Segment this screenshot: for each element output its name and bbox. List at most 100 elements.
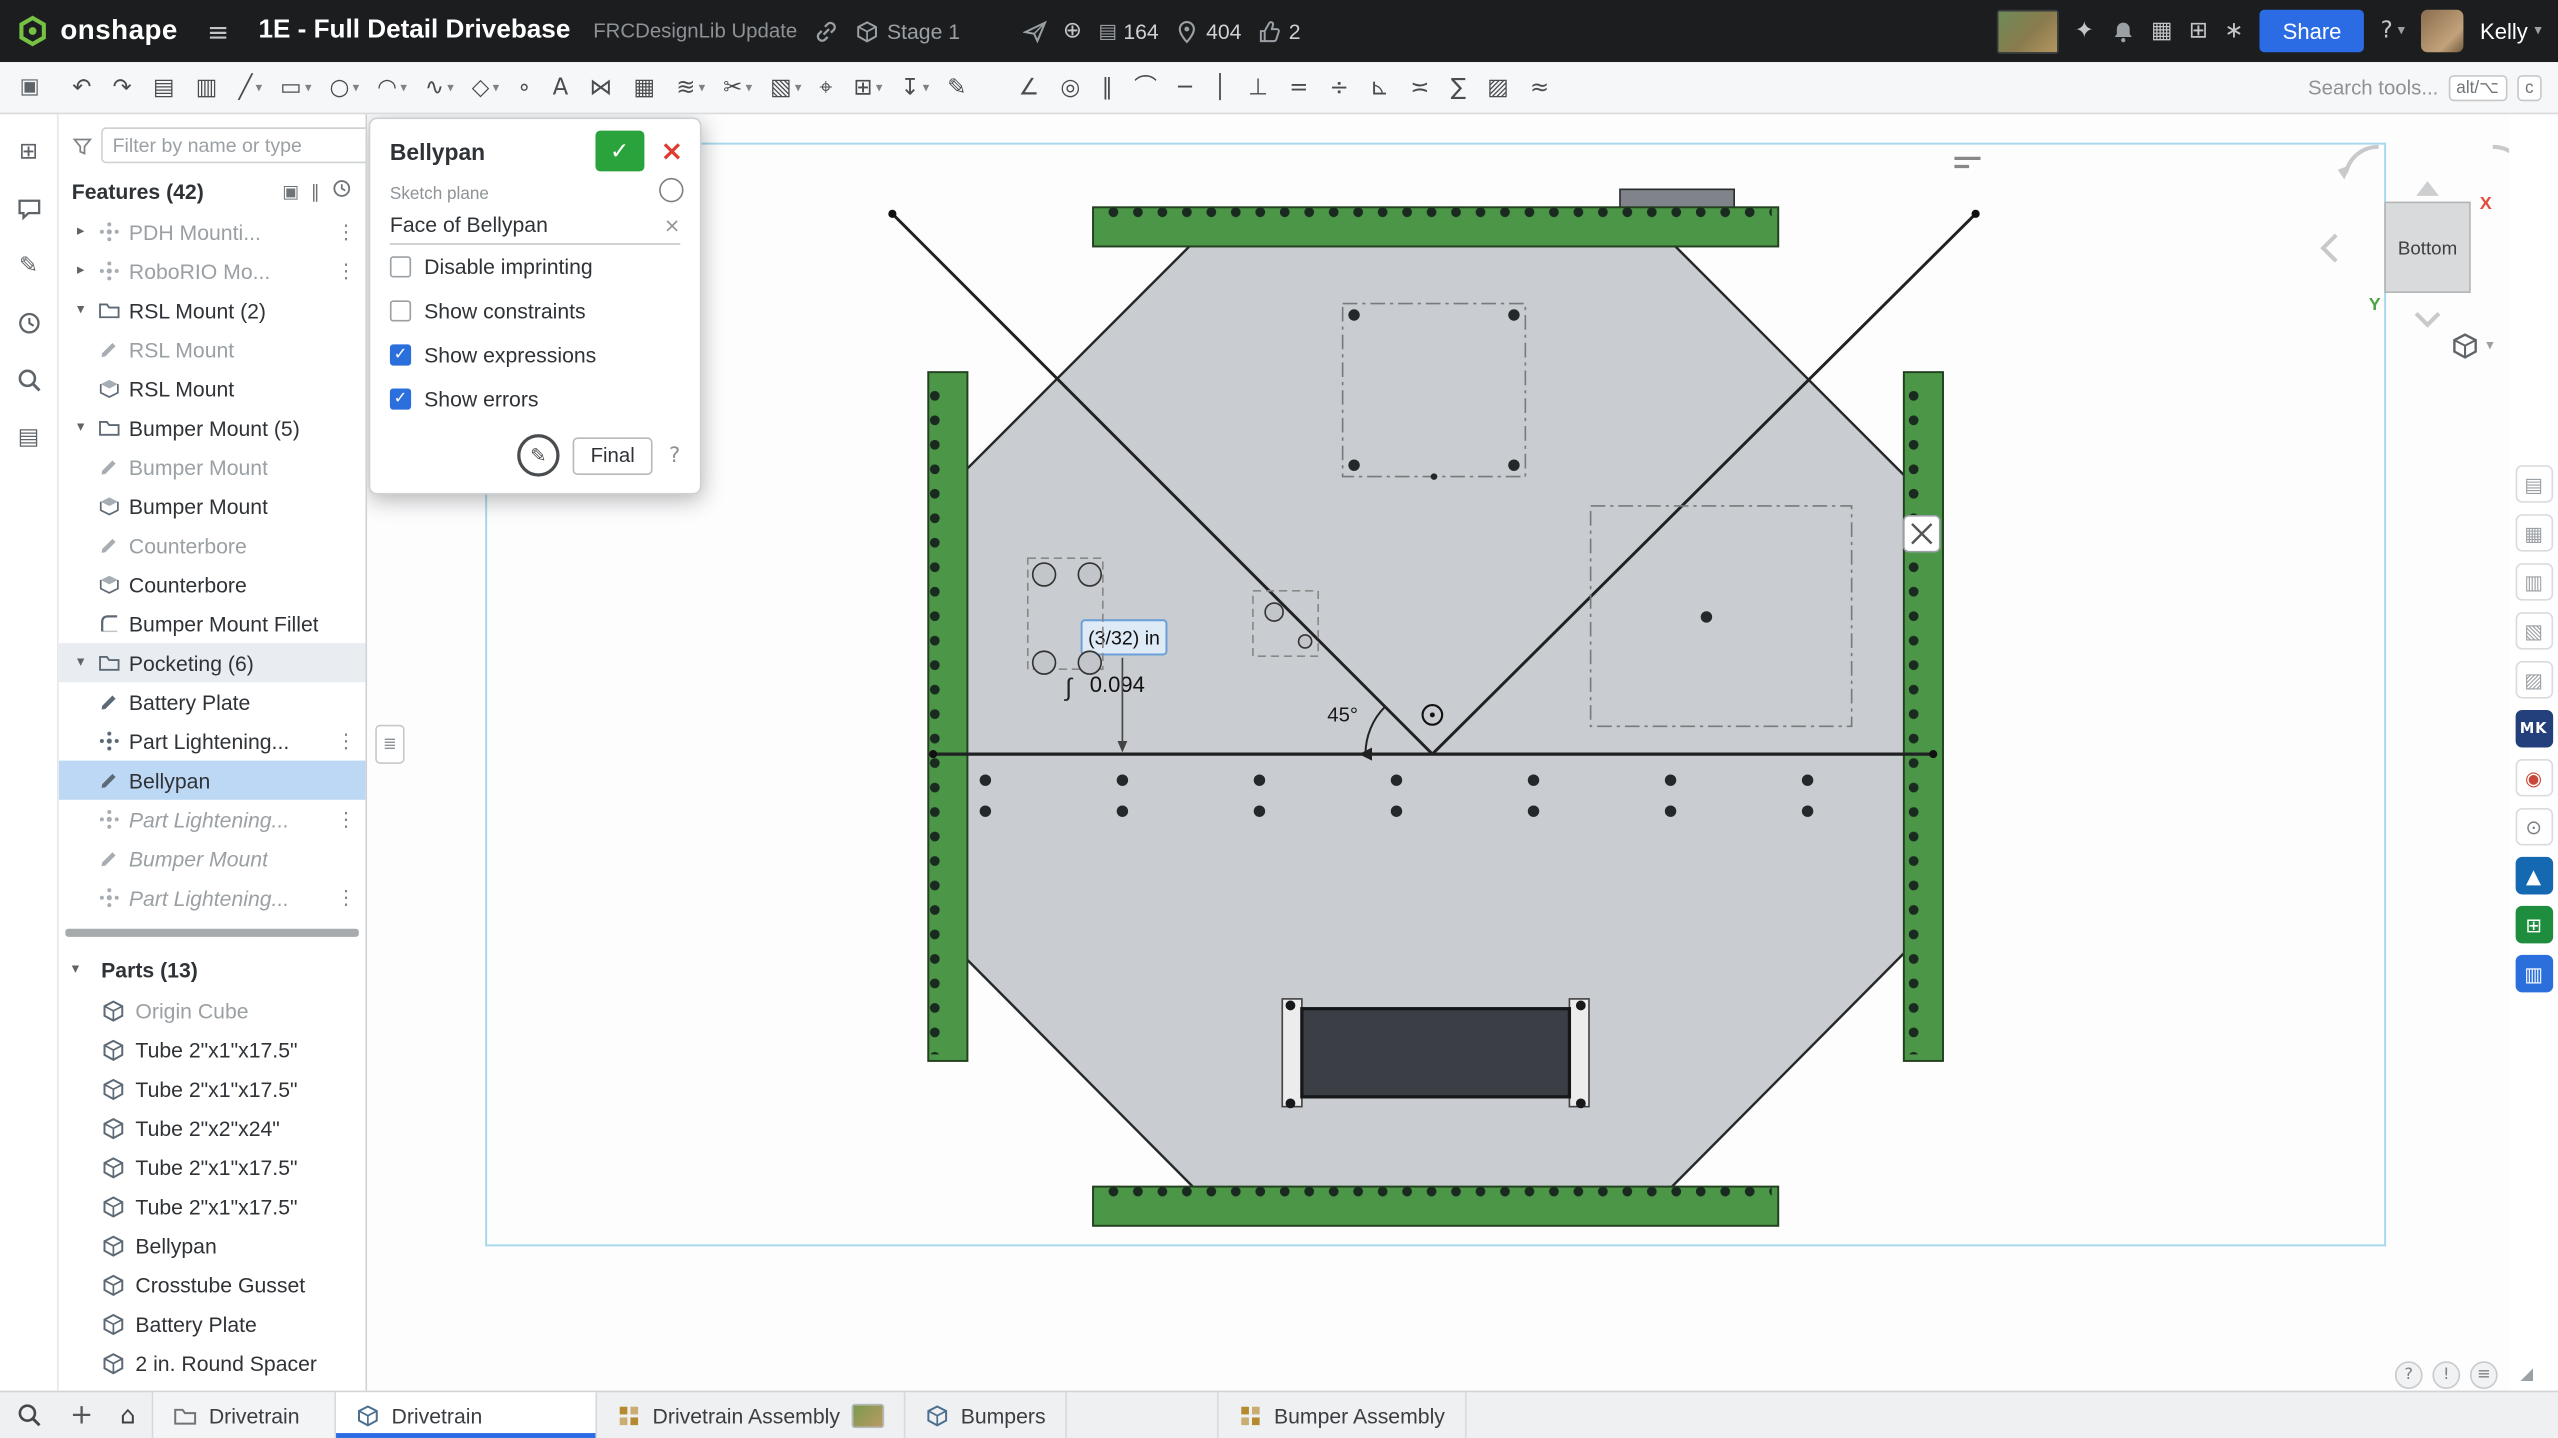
- feature-row[interactable]: Counterbore: [59, 526, 366, 565]
- viewcube-down-arrow[interactable]: [2416, 313, 2439, 324]
- help-circle-icon[interactable]: ?: [2395, 1361, 2423, 1389]
- polygon-tool[interactable]: ◇▾: [465, 66, 505, 108]
- text-tool[interactable]: A: [546, 66, 578, 108]
- point-tool[interactable]: ∘: [511, 66, 542, 108]
- midpoint-constraint[interactable]: ÷: [1323, 66, 1355, 108]
- measure-tool[interactable]: ⌖: [813, 66, 842, 108]
- part-row[interactable]: Tube 2"x1"x17.5": [59, 1187, 366, 1226]
- dialog-help-icon[interactable]: ?: [669, 443, 680, 467]
- mirror-tool[interactable]: ⋈: [583, 66, 622, 108]
- chevron-down-icon[interactable]: ▾: [72, 655, 90, 671]
- search-tabs-icon[interactable]: [0, 1392, 59, 1438]
- feature-row[interactable]: ▸PDH Mounti...⋮: [59, 212, 366, 251]
- normal-constraint[interactable]: ⊾: [1363, 66, 1395, 108]
- viewcube-up-arrow[interactable]: [2416, 181, 2439, 196]
- overflow-menu-icon[interactable]: ⋮: [336, 886, 356, 909]
- checkbox-unchecked[interactable]: [390, 256, 411, 277]
- feature-row[interactable]: Bumper Mount: [59, 486, 366, 525]
- viewcube-face-label[interactable]: Bottom: [2398, 238, 2457, 259]
- app-icon-cam[interactable]: ▧: [2515, 612, 2553, 650]
- integrations-icon[interactable]: ∗: [2224, 18, 2243, 44]
- vertical-constraint[interactable]: │: [1207, 66, 1234, 108]
- reference-grid-icon[interactable]: ▦: [2151, 18, 2173, 44]
- follow-mode-icon[interactable]: ⊞: [14, 137, 43, 166]
- sketch-tools-button[interactable]: ✎: [517, 434, 559, 476]
- parts-header[interactable]: ▾ Parts (13): [59, 948, 366, 990]
- intersection-widget[interactable]: [1904, 516, 1940, 552]
- app-icon-mk[interactable]: MK: [2515, 710, 2553, 748]
- search-icon[interactable]: [14, 366, 43, 395]
- overflow-menu-icon[interactable]: ⋮: [336, 808, 356, 831]
- notifications-bell-icon[interactable]: [2110, 19, 2134, 43]
- stat-likes[interactable]: 2: [1258, 19, 1301, 43]
- part-row[interactable]: Tube 2"x1"x17.5": [59, 1069, 366, 1108]
- avatar[interactable]: [2421, 10, 2463, 52]
- app-store-icon[interactable]: ⊞: [2189, 18, 2208, 44]
- bom-table-icon[interactable]: ▤: [14, 423, 43, 452]
- tab-bumpers[interactable]: Bumpers: [905, 1392, 1067, 1438]
- panel-collapse-handle[interactable]: ≣: [375, 725, 404, 764]
- clear-selection-icon[interactable]: ×: [664, 213, 680, 236]
- feature-folder-row[interactable]: ▾Pocketing (6): [59, 643, 366, 682]
- pages-icon[interactable]: ▣: [13, 66, 46, 108]
- app-icon-sim[interactable]: ▨: [2515, 661, 2553, 699]
- feature-row[interactable]: RSL Mount: [59, 369, 366, 408]
- feature-row[interactable]: Bumper Mount: [59, 447, 366, 486]
- hatch-constraint[interactable]: ▨: [1481, 66, 1516, 108]
- app-icon-gear[interactable]: ⊙: [2515, 808, 2553, 846]
- app-icon-palette[interactable]: ◉: [2515, 759, 2553, 797]
- dimension-value[interactable]: 0.094: [1090, 672, 1145, 697]
- commit-button[interactable]: ✓: [595, 131, 644, 172]
- symmetric-constraint[interactable]: ≍: [1404, 66, 1436, 108]
- tab-bumper-assembly[interactable]: Bumper Assembly: [1217, 1392, 1466, 1438]
- offset-tool[interactable]: ≋▾: [670, 66, 712, 108]
- rectangle-tool[interactable]: ▭▾: [274, 66, 318, 108]
- part-row[interactable]: Crosstube Gusset: [59, 1265, 366, 1304]
- plane-selector-icon[interactable]: [659, 178, 683, 202]
- feature-row[interactable]: ▸RoboRIO Mo...⋮: [59, 251, 366, 290]
- checkbox-checked[interactable]: ✓: [390, 344, 411, 365]
- add-tab-button[interactable]: +: [59, 1392, 105, 1438]
- feature-row[interactable]: RSL Mount: [59, 330, 366, 369]
- feature-row[interactable]: Bumper Mount Fillet: [59, 604, 366, 643]
- comments-icon[interactable]: [14, 194, 43, 223]
- part-row[interactable]: Tube 2"x1"x17.5": [59, 1147, 366, 1186]
- view-mode-dropdown[interactable]: ▾: [2450, 331, 2493, 360]
- public-globe-icon[interactable]: ⊕: [1063, 18, 1082, 44]
- parallel-constraint[interactable]: ∥: [1095, 66, 1119, 108]
- battery[interactable]: [1282, 999, 1589, 1108]
- concentric-constraint[interactable]: ◎: [1054, 66, 1087, 108]
- app-icon-render[interactable]: ▦: [2515, 514, 2553, 552]
- final-button[interactable]: Final: [573, 437, 653, 475]
- chevron-right-icon[interactable]: ▸: [72, 263, 90, 279]
- app-icon-export[interactable]: ▤: [2515, 465, 2553, 503]
- overflow-menu-icon[interactable]: ⋮: [336, 220, 356, 243]
- feature-row[interactable]: Counterbore: [59, 565, 366, 604]
- copy-tool[interactable]: ▤: [146, 66, 184, 108]
- feature-row[interactable]: Part Lightening...⋮: [59, 878, 366, 917]
- markup-icon[interactable]: ✎: [14, 251, 43, 280]
- viewcube-left-arrow[interactable]: [2323, 235, 2336, 261]
- checkbox-unchecked[interactable]: [390, 300, 411, 321]
- tab-folder-drivetrain[interactable]: Drivetrain: [153, 1392, 336, 1438]
- document-thumbnail[interactable]: [1996, 9, 2058, 53]
- curvature-constraint[interactable]: ≈: [1524, 66, 1556, 108]
- link-icon[interactable]: [814, 19, 838, 43]
- sketch-plane-field[interactable]: Face of Bellypan ×: [390, 207, 680, 245]
- sum-constraint[interactable]: ∑: [1444, 66, 1472, 108]
- feature-row[interactable]: Part Lightening...⋮: [59, 721, 366, 760]
- option-row[interactable]: Disable imprinting: [370, 245, 700, 289]
- feature-folder-row[interactable]: ▾Bumper Mount (5): [59, 408, 366, 447]
- part-row[interactable]: Tube 2"x1"x17.5": [59, 1030, 366, 1069]
- export-tool[interactable]: ↧▾: [894, 66, 936, 108]
- draw-tool[interactable]: ✎: [941, 66, 976, 108]
- part-row[interactable]: Tube 2"x2"x24": [59, 1108, 366, 1147]
- dimension-expression[interactable]: (3/32) in: [1088, 628, 1160, 650]
- insert-feature-icon[interactable]: ▣: [282, 180, 299, 201]
- chevron-right-icon[interactable]: ▸: [72, 224, 90, 240]
- share-button[interactable]: Share: [2260, 10, 2364, 52]
- feature-row[interactable]: Part Lightening...⋮: [59, 800, 366, 839]
- user-menu[interactable]: Kelly ▾: [2480, 19, 2542, 43]
- feature-folder-row[interactable]: ▾RSL Mount (2): [59, 291, 366, 330]
- perpendicular-constraint[interactable]: ⊥: [1242, 66, 1275, 108]
